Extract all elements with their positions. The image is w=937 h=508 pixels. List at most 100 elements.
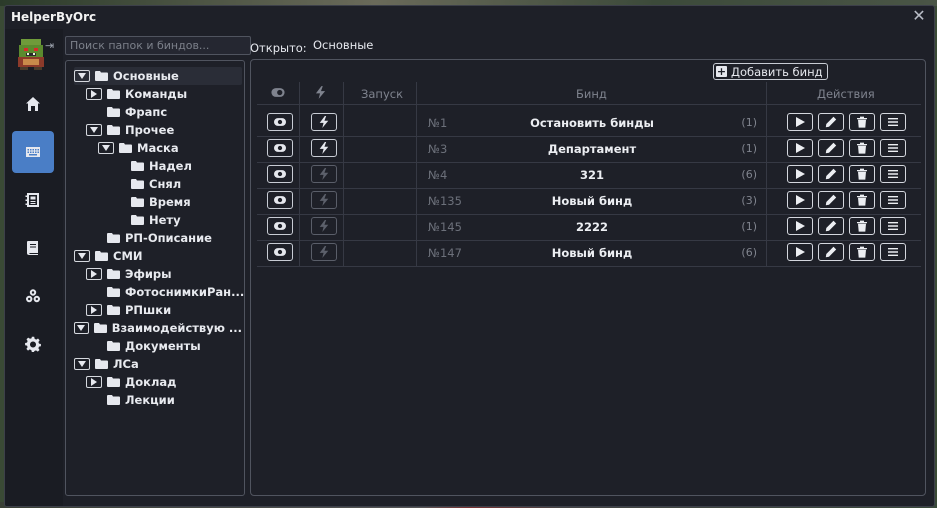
- more-bind-button[interactable]: [880, 217, 906, 235]
- sidebar: ⇥: [5, 29, 63, 506]
- delete-bind-button[interactable]: [849, 191, 875, 209]
- nav-binds-button[interactable]: [12, 131, 54, 173]
- tree-node[interactable]: Лекции: [107, 391, 242, 409]
- table-row[interactable]: №135 Новый бинд (3): [257, 188, 921, 215]
- collapse-toggle-icon[interactable]: [98, 142, 114, 154]
- table-row[interactable]: №4 321 (6): [257, 162, 921, 189]
- tree-node[interactable]: РПшки: [86, 301, 242, 319]
- delete-bind-button[interactable]: [849, 243, 875, 261]
- tree-node[interactable]: Команды: [86, 85, 242, 103]
- expand-toggle-icon[interactable]: [86, 88, 102, 100]
- header-launch[interactable]: Запуск: [361, 87, 403, 101]
- visibility-toggle-icon[interactable]: [267, 217, 293, 235]
- delete-bind-button[interactable]: [849, 165, 875, 183]
- tree-node[interactable]: Доклад: [86, 373, 242, 391]
- bind-name[interactable]: 321: [427, 168, 757, 182]
- run-bind-button[interactable]: [787, 191, 813, 209]
- collapse-arrow-icon[interactable]: ⇥: [45, 39, 54, 52]
- visibility-toggle-icon[interactable]: [267, 139, 293, 157]
- more-bind-button[interactable]: [880, 113, 906, 131]
- run-bind-button[interactable]: [787, 113, 813, 131]
- tree-node[interactable]: РП-Описание: [107, 229, 242, 247]
- expand-toggle-icon[interactable]: [86, 376, 102, 388]
- tree-node[interactable]: Маска: [98, 139, 242, 157]
- tree-node[interactable]: Снял: [131, 175, 242, 193]
- edit-bind-button[interactable]: [818, 243, 844, 261]
- nav-settings-button[interactable]: [12, 323, 54, 365]
- collapse-toggle-icon[interactable]: [74, 322, 89, 334]
- more-bind-button[interactable]: [880, 243, 906, 261]
- tree-node[interactable]: Надел: [131, 157, 242, 175]
- header-quick-icon[interactable]: [315, 86, 326, 102]
- tree-node-label: Команды: [125, 87, 188, 101]
- nav-home-button[interactable]: [12, 83, 54, 125]
- expand-toggle-icon[interactable]: [86, 268, 102, 280]
- tree-node[interactable]: Нету: [131, 211, 242, 229]
- collapse-toggle-icon[interactable]: [74, 250, 90, 262]
- quick-launch-bolt-icon[interactable]: [311, 243, 337, 261]
- add-bind-button[interactable]: + Добавить бинд: [713, 63, 828, 80]
- tree-node-label: Надел: [149, 159, 192, 173]
- run-bind-button[interactable]: [787, 139, 813, 157]
- table-row[interactable]: №145 2222 (1): [257, 214, 921, 241]
- visibility-toggle-icon[interactable]: [267, 243, 293, 261]
- tree-node[interactable]: Основные: [74, 67, 242, 85]
- nav-documents-button[interactable]: [12, 227, 54, 269]
- edit-bind-button[interactable]: [818, 165, 844, 183]
- nav-modules-button[interactable]: [12, 275, 54, 317]
- tree-node-label: Доклад: [125, 375, 177, 389]
- table-row[interactable]: №3 Департамент (1): [257, 136, 921, 163]
- title-bar[interactable]: HelperByOrc ✕: [5, 6, 934, 28]
- quick-launch-bolt-icon[interactable]: [311, 217, 337, 235]
- run-bind-button[interactable]: [787, 165, 813, 183]
- bind-name[interactable]: Остановить бинды: [427, 116, 757, 130]
- quick-launch-bolt-icon[interactable]: [311, 139, 337, 157]
- tree-node[interactable]: Время: [131, 193, 242, 211]
- cubes-icon: [26, 289, 40, 303]
- collapse-toggle-icon[interactable]: [74, 358, 90, 370]
- close-icon[interactable]: ✕: [910, 7, 928, 25]
- search-input[interactable]: [65, 36, 251, 55]
- tree-node[interactable]: СМИ: [74, 247, 242, 265]
- edit-bind-button[interactable]: [818, 113, 844, 131]
- delete-bind-button[interactable]: [849, 139, 875, 157]
- delete-bind-button[interactable]: [849, 217, 875, 235]
- tree-node[interactable]: ФотоснимкиРан...: [107, 283, 244, 301]
- visibility-toggle-icon[interactable]: [267, 165, 293, 183]
- nav-notes-button[interactable]: [12, 179, 54, 221]
- collapse-toggle-icon[interactable]: [74, 70, 90, 82]
- header-bind[interactable]: Бинд: [576, 87, 607, 101]
- menu-icon: [888, 248, 898, 256]
- collapse-toggle-icon[interactable]: [86, 124, 102, 136]
- bind-name[interactable]: Новый бинд: [427, 194, 757, 208]
- bind-name[interactable]: Департамент: [427, 142, 757, 156]
- quick-launch-bolt-icon[interactable]: [311, 165, 337, 183]
- folder-icon: [107, 287, 120, 297]
- tree-node[interactable]: Прочее: [86, 121, 242, 139]
- more-bind-button[interactable]: [880, 191, 906, 209]
- tree-node[interactable]: ЛСа: [74, 355, 242, 373]
- more-bind-button[interactable]: [880, 139, 906, 157]
- folder-icon: [107, 305, 120, 315]
- run-bind-button[interactable]: [787, 243, 813, 261]
- edit-bind-button[interactable]: [818, 217, 844, 235]
- table-row[interactable]: №1 Остановить бинды (1): [257, 110, 921, 137]
- tree-node[interactable]: Фрапс: [107, 103, 242, 121]
- expand-toggle-icon[interactable]: [86, 304, 102, 316]
- bind-name[interactable]: 2222: [427, 220, 757, 234]
- run-bind-button[interactable]: [787, 217, 813, 235]
- tree-node[interactable]: Эфиры: [86, 265, 242, 283]
- quick-launch-bolt-icon[interactable]: [311, 191, 337, 209]
- more-bind-button[interactable]: [880, 165, 906, 183]
- visibility-toggle-icon[interactable]: [267, 113, 293, 131]
- edit-bind-button[interactable]: [818, 139, 844, 157]
- tree-node[interactable]: Взаимодействую ...: [74, 319, 242, 337]
- visibility-toggle-icon[interactable]: [267, 191, 293, 209]
- delete-bind-button[interactable]: [849, 113, 875, 131]
- tree-node[interactable]: Документы: [107, 337, 242, 355]
- edit-bind-button[interactable]: [818, 191, 844, 209]
- table-row[interactable]: №147 Новый бинд (6): [257, 240, 921, 267]
- quick-launch-bolt-icon[interactable]: [311, 113, 337, 131]
- header-visibility-icon[interactable]: [271, 87, 285, 101]
- bind-name[interactable]: Новый бинд: [427, 246, 757, 260]
